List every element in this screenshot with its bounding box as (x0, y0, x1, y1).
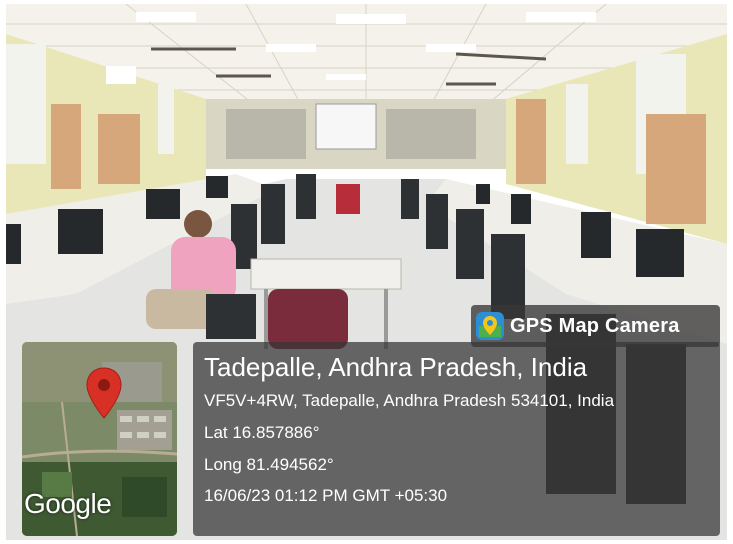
location-title: Tadepalle, Andhra Pradesh, India (204, 352, 588, 382)
location-address: VF5V+4RW, Tadepalle, Andhra Pradesh 5341… (204, 391, 615, 410)
map-pin-icon (85, 366, 123, 425)
google-logo: Google (24, 488, 112, 519)
latitude: Lat 16.857886° (204, 423, 320, 442)
gps-map-camera-app-icon (476, 312, 504, 340)
badge-label: GPS Map Camera (510, 314, 680, 337)
timestamp: 16/06/23 01:12 PM GMT +05:30 (204, 486, 448, 505)
gps-map-camera-badge: GPS Map Camera (471, 305, 720, 347)
map-thumbnail: Google (22, 342, 177, 536)
location-info-panel: Tadepalle, Andhra Pradesh, India VF5V+4R… (193, 342, 720, 536)
longitude: Long 81.494562° (204, 455, 334, 474)
